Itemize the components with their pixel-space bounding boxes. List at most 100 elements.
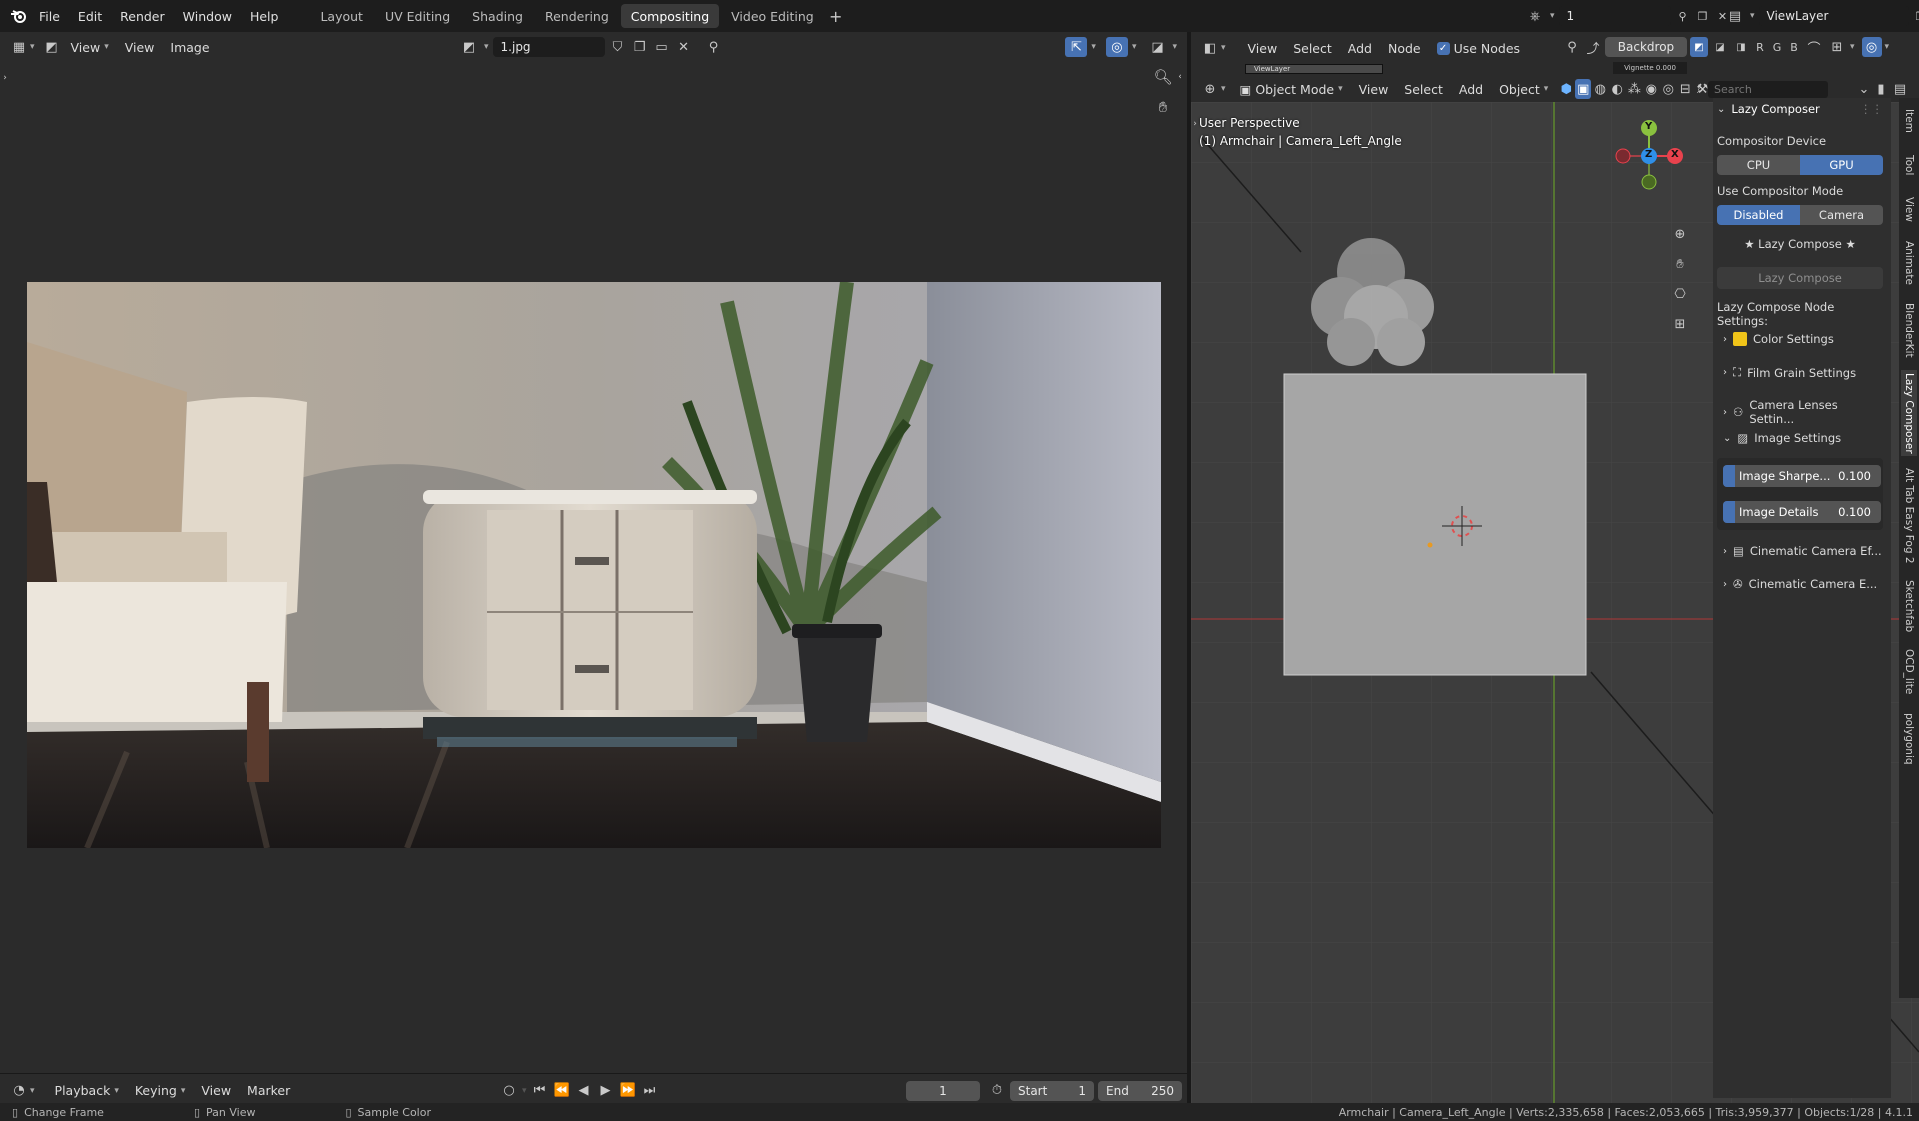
node-backdrop-strip[interactable]: ViewLayer Vignette 0.000 bbox=[1191, 62, 1919, 76]
view-menu-2[interactable]: View bbox=[117, 40, 163, 55]
editor-type-icon[interactable]: ▦ bbox=[8, 37, 30, 57]
render-engine-icon[interactable]: ⬢ bbox=[1558, 79, 1574, 99]
section-camera-lenses[interactable]: › ⚇ Camera Lenses Settin... bbox=[1723, 398, 1883, 426]
node-view-menu[interactable]: View bbox=[1240, 41, 1286, 56]
chevron-down-icon[interactable]: ▾ bbox=[484, 42, 489, 52]
blender-logo-icon[interactable] bbox=[6, 6, 30, 26]
channel-b-icon[interactable]: B bbox=[1787, 37, 1801, 57]
start-frame-field[interactable]: Start 1 bbox=[1010, 1080, 1094, 1101]
tab-lazy-composer[interactable]: Lazy Composer bbox=[1901, 370, 1917, 456]
tab-shading[interactable]: Shading bbox=[462, 4, 533, 28]
chevron-down-icon[interactable]: ▾ bbox=[1091, 42, 1096, 52]
pin-icon[interactable]: ⚲ bbox=[1563, 37, 1581, 57]
duplicate-icon[interactable]: ❐ bbox=[631, 37, 649, 57]
viewport-add-menu[interactable]: Add bbox=[1451, 82, 1491, 97]
folder-icon[interactable]: ▭ bbox=[653, 37, 671, 57]
wireframe-shading-icon[interactable]: ◍ bbox=[1592, 79, 1608, 99]
viewport-search[interactable]: ⌕ bbox=[1689, 80, 1836, 98]
section-image-settings[interactable]: ⌄ ▨ Image Settings bbox=[1723, 431, 1883, 445]
tab-video-editing[interactable]: Video Editing bbox=[721, 4, 824, 28]
sidebar-toggle-icon[interactable]: ▤ bbox=[1891, 79, 1909, 99]
section-cinematic-camera[interactable]: › ✇ Cinematic Camera E... bbox=[1723, 577, 1883, 591]
panel-header[interactable]: ⌄ Lazy Composer ⋮⋮ bbox=[1717, 102, 1883, 116]
chevron-down-icon[interactable]: ▾ bbox=[1221, 43, 1226, 53]
lazy-compose-button[interactable]: Lazy Compose bbox=[1717, 267, 1883, 289]
tab-animate[interactable]: Animate bbox=[1901, 236, 1917, 290]
pin-icon[interactable]: ⚲ bbox=[1675, 6, 1691, 26]
add-workspace-icon[interactable]: + bbox=[825, 6, 847, 26]
image-editor-area[interactable]: ▦ ▾ ◩ View ▾ View Image ◩ ▾ 1.jpg ⛉ ❐ ▭ ✕… bbox=[0, 32, 1187, 1073]
viewport-object-menu[interactable]: Object ▾ bbox=[1491, 82, 1556, 97]
view-menu[interactable]: View ▾ bbox=[63, 40, 117, 55]
tab-alt-tab-easy-fog[interactable]: Alt Tab Easy Fog 2 bbox=[1901, 466, 1917, 566]
chevron-down-icon[interactable]: ⌄ bbox=[1717, 104, 1725, 115]
menu-edit[interactable]: Edit bbox=[69, 0, 111, 32]
camera-view-icon[interactable]: ◎ bbox=[1660, 79, 1676, 99]
channel-r-icon[interactable]: R bbox=[1753, 37, 1767, 57]
pin-icon[interactable]: ⚲ bbox=[703, 37, 725, 57]
chevron-down-icon[interactable]: ▾ bbox=[1172, 42, 1177, 52]
toolbar-toggle-icon[interactable]: › bbox=[1191, 114, 1199, 134]
view-layer-icon[interactable]: ▤ bbox=[1724, 6, 1746, 26]
overlay-toggle-icon[interactable]: ◎ bbox=[1105, 37, 1128, 57]
chevron-down-icon[interactable]: ▾ bbox=[1750, 11, 1755, 21]
image-sharpen-slider[interactable]: Image Sharpe... 0.100 bbox=[1723, 465, 1881, 487]
keying-menu[interactable]: Keying ▾ bbox=[127, 1083, 194, 1098]
chevron-down-icon[interactable]: ▾ bbox=[1850, 42, 1855, 52]
play-reverse-icon[interactable]: ◀ bbox=[575, 1081, 593, 1101]
record-icon[interactable]: ○ bbox=[500, 1081, 518, 1101]
jump-end-icon[interactable]: ⏭ bbox=[641, 1081, 659, 1101]
playback-menu[interactable]: Playback ▾ bbox=[47, 1083, 127, 1098]
scene-icon[interactable]: ⎈ bbox=[1524, 6, 1546, 26]
mode-disabled-button[interactable]: Disabled bbox=[1717, 205, 1800, 225]
mode-camera-button[interactable]: Camera bbox=[1800, 205, 1883, 225]
image-browse-icon[interactable]: ◩ bbox=[458, 37, 480, 57]
device-gpu-button[interactable]: GPU bbox=[1800, 155, 1883, 175]
navigation-gizmo[interactable]: Y X Z bbox=[1612, 116, 1686, 196]
tab-ocd-lite[interactable]: OCD_lite bbox=[1901, 646, 1917, 698]
gizmo-toggle-icon[interactable]: ⇱ bbox=[1065, 37, 1088, 57]
vignette-node[interactable]: Vignette 0.000 bbox=[1613, 62, 1687, 74]
tab-rendering[interactable]: Rendering bbox=[535, 4, 619, 28]
rendered-shading-icon[interactable]: ⁂ bbox=[1626, 79, 1642, 99]
material-shading-icon[interactable]: ◐ bbox=[1609, 79, 1625, 99]
marker-menu[interactable]: Marker bbox=[239, 1083, 298, 1098]
chevron-down-icon[interactable]: ⌄ bbox=[1857, 79, 1871, 99]
chevron-down-icon[interactable]: ▾ bbox=[30, 42, 35, 52]
sidebar-arrow-icon[interactable]: ‹ bbox=[1175, 67, 1185, 87]
view-mode-icon[interactable]: ◩ bbox=[41, 37, 63, 57]
menu-help[interactable]: Help bbox=[241, 0, 288, 32]
hand-pan-icon[interactable]: ✋︎ bbox=[1669, 254, 1691, 274]
bookmark-icon[interactable]: ▮ bbox=[1874, 79, 1888, 99]
shield-icon[interactable]: ⛉ bbox=[609, 37, 627, 57]
snapping-icon[interactable]: ⌒ bbox=[1804, 37, 1824, 57]
menu-window[interactable]: Window bbox=[174, 0, 241, 32]
tab-item[interactable]: Item bbox=[1901, 104, 1917, 138]
close-icon[interactable]: ✕ bbox=[675, 37, 693, 57]
section-color-settings[interactable]: › Color Settings bbox=[1723, 332, 1883, 346]
new-view-layer-icon[interactable]: ❐ bbox=[1913, 6, 1919, 26]
chevron-down-icon[interactable]: ▾ bbox=[1132, 42, 1137, 52]
editor-type-icon[interactable]: ⊕ bbox=[1199, 79, 1221, 99]
scene-field[interactable]: 1 bbox=[1558, 6, 1671, 26]
node-add-menu[interactable]: Add bbox=[1340, 41, 1380, 56]
zoom-icon[interactable]: 🔍︎ bbox=[1152, 67, 1174, 87]
new-scene-icon[interactable]: ❐ bbox=[1695, 6, 1711, 26]
prev-keyframe-icon[interactable]: ⏪ bbox=[553, 1081, 571, 1101]
perspective-grid-icon[interactable]: ⊞ bbox=[1669, 314, 1691, 334]
checkbox-checked-icon[interactable]: ✓ bbox=[1436, 41, 1450, 55]
tab-view[interactable]: View bbox=[1901, 192, 1917, 226]
tab-sketchfab[interactable]: Sketchfab bbox=[1901, 576, 1917, 636]
tab-tool[interactable]: Tool bbox=[1901, 148, 1917, 182]
timeline-view-menu[interactable]: View bbox=[193, 1083, 239, 1098]
light-icon[interactable]: ◉ bbox=[1643, 79, 1659, 99]
tab-layout[interactable]: Layout bbox=[310, 4, 373, 28]
snap-settings-icon[interactable]: ⊞ bbox=[1827, 37, 1847, 57]
stopwatch-icon[interactable]: ⏱ bbox=[986, 1081, 1008, 1101]
menu-render[interactable]: Render bbox=[111, 0, 174, 32]
object-mode-dropdown[interactable]: ▣ Object Mode ▾ bbox=[1232, 82, 1351, 97]
use-nodes-checkbox[interactable]: ✓ Use Nodes bbox=[1429, 41, 1528, 56]
view-layer-field[interactable]: ViewLayer bbox=[1758, 6, 1909, 26]
sidebar-toggle-icon[interactable]: › bbox=[0, 68, 10, 88]
end-frame-field[interactable]: End 250 bbox=[1098, 1080, 1182, 1101]
